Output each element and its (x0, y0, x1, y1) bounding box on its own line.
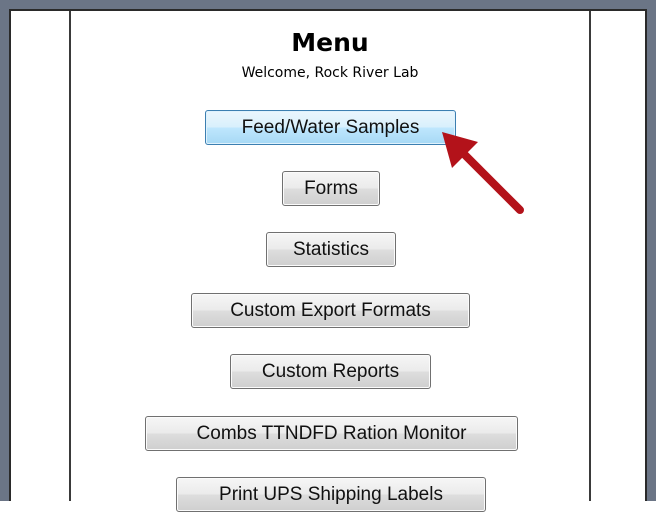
window-frame-top (0, 0, 656, 9)
forms-button[interactable]: Forms (282, 171, 380, 206)
print-ups-shipping-labels-button[interactable]: Print UPS Shipping Labels (176, 477, 486, 512)
combs-ttndfd-ration-monitor-button[interactable]: Combs TTNDFD Ration Monitor (145, 416, 518, 451)
custom-export-formats-button[interactable]: Custom Export Formats (191, 293, 470, 328)
window-frame-right (647, 0, 656, 501)
page-title: Menu (291, 28, 369, 57)
custom-reports-button[interactable]: Custom Reports (230, 354, 431, 389)
feed-water-samples-button[interactable]: Feed/Water Samples (205, 110, 456, 145)
statistics-button[interactable]: Statistics (266, 232, 396, 267)
column-divider-left (69, 11, 71, 501)
column-divider-right (589, 11, 591, 501)
welcome-message: Welcome, Rock River Lab (241, 65, 419, 81)
window-frame-left (0, 0, 9, 501)
red-arrow-icon (442, 132, 524, 214)
